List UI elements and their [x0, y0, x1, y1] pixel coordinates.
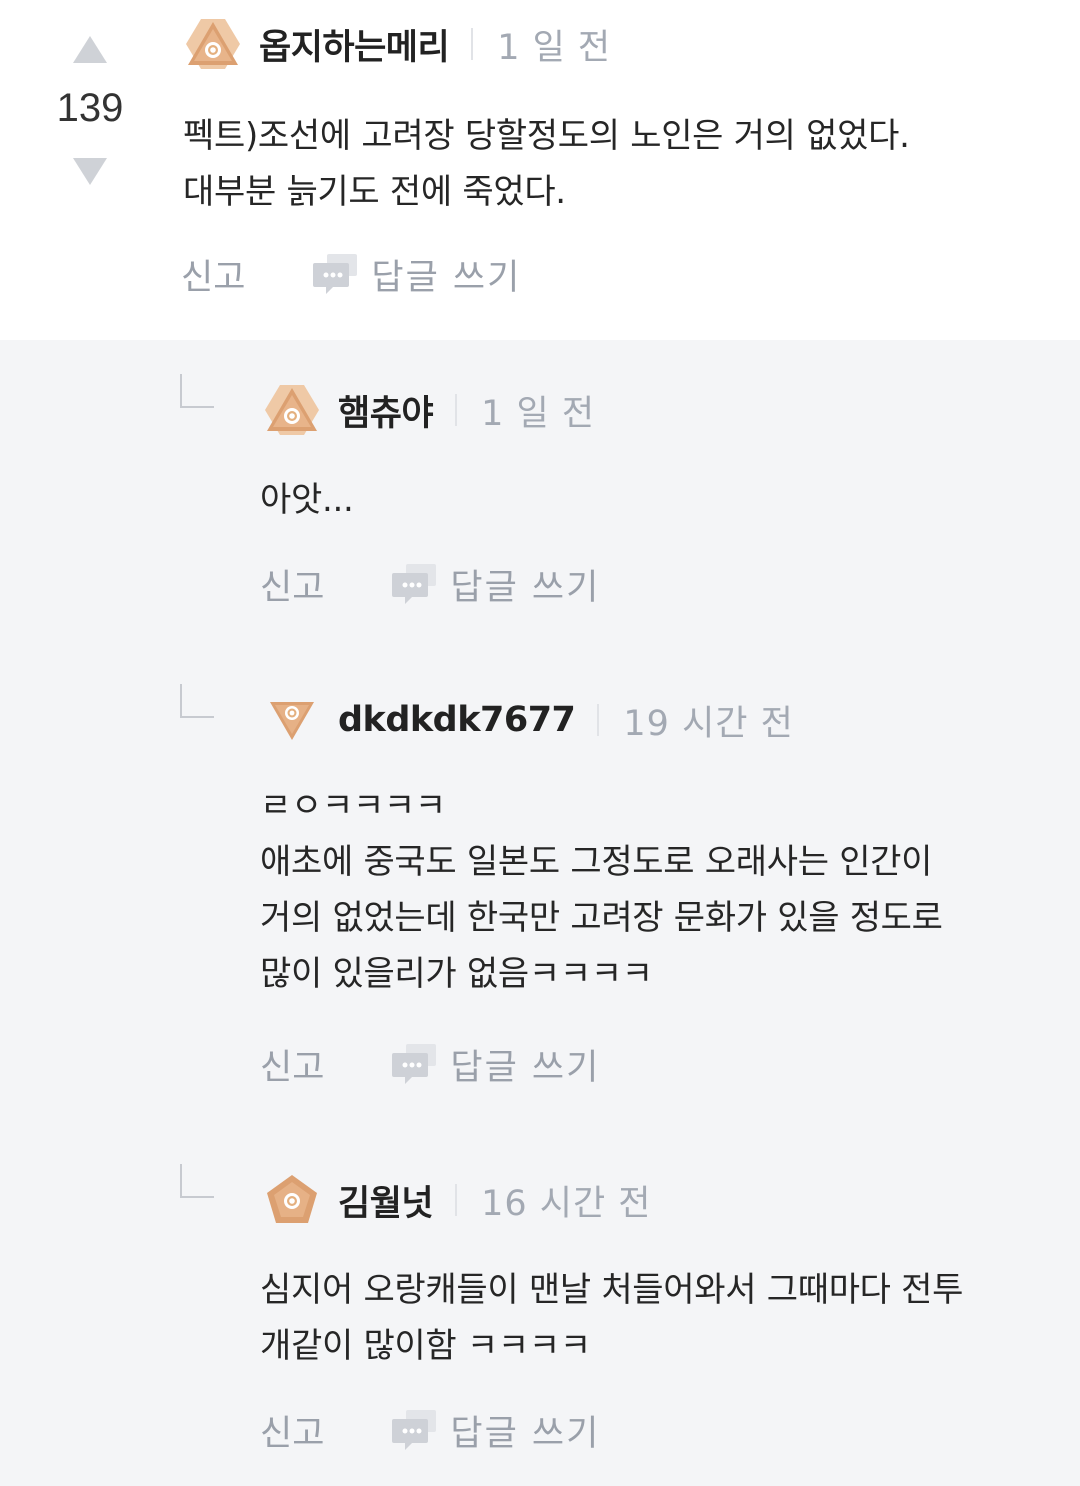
reply-time: 19 시간 전 — [623, 703, 794, 744]
reply-text-line: 심지어 오랑캐들이 맨날 처들어와서 그때마다 전투 — [260, 1270, 964, 1310]
reply-body: 심지어 오랑캐들이 맨날 처들어와서 그때마다 전투 개같이 많이함 ㅋㅋㅋㅋ — [260, 1262, 1060, 1374]
report-button[interactable]: 신고 — [260, 1039, 324, 1090]
vote-count: 139 — [56, 86, 124, 130]
reply-header: 김월넛 16 시간 전 — [262, 1170, 652, 1230]
reply-actions: 신고 답글 쓰기 — [260, 1036, 600, 1092]
reply-actions: 신고 답글 쓰기 — [260, 1402, 600, 1458]
speech-bubble-icon — [392, 1410, 437, 1450]
author-nickname[interactable]: dkdkdk7677 — [338, 700, 576, 740]
author-nickname[interactable]: 김월넛 — [338, 1175, 434, 1226]
header-divider — [455, 394, 458, 426]
write-reply-button[interactable]: 답글 쓰기 — [392, 559, 600, 610]
replies-section: 햄츄야 1 일 전 아앗... 신고 답글 쓰기 dkdkdk7677 19 시… — [0, 340, 1080, 1486]
write-reply-label: 답글 쓰기 — [371, 257, 522, 298]
write-reply-label: 답글 쓰기 — [450, 1047, 601, 1088]
reply-header: 햄츄야 1 일 전 — [262, 380, 595, 440]
main-comment: 139 옵지하는메리 1 일 전 펙트)조선에 고려장 당할정도의 노인은 거의… — [0, 0, 1080, 340]
write-reply-label: 답글 쓰기 — [450, 1413, 601, 1454]
reply-indent-line — [180, 1164, 214, 1198]
write-reply-label: 답글 쓰기 — [450, 567, 601, 608]
bronze-inverted-triangle-badge-icon — [262, 690, 322, 750]
comment-time: 1 일 전 — [497, 27, 612, 68]
header-divider — [455, 1184, 458, 1216]
comment-body: 펙트)조선에 고려장 당할정도의 노인은 거의 없었다. 대부분 늙기도 전에 … — [183, 108, 1063, 220]
reply-header: dkdkdk7677 19 시간 전 — [262, 690, 794, 750]
reply-text-line: 개같이 많이함 ㅋㅋㅋㅋ — [260, 1326, 591, 1366]
speech-bubble-icon — [313, 254, 358, 294]
write-reply-button[interactable]: 답글 쓰기 — [313, 249, 521, 300]
reply-actions: 신고 답글 쓰기 — [260, 556, 600, 612]
report-button[interactable]: 신고 — [260, 1405, 324, 1456]
comment-text-line: 대부분 늙기도 전에 죽었다. — [183, 172, 566, 212]
bronze-triangle-badge-icon — [183, 14, 243, 74]
header-divider — [471, 28, 474, 60]
reply-indent-line — [180, 684, 214, 718]
reply-time: 16 시간 전 — [481, 1183, 652, 1224]
reply-body: ㄹㅇㅋㅋㅋㅋ 애초에 중국도 일본도 그정도로 오래사는 인간이 거의 없었는데… — [260, 778, 1060, 1002]
author-nickname[interactable]: 옵지하는메리 — [259, 19, 450, 70]
write-reply-button[interactable]: 답글 쓰기 — [392, 1405, 600, 1456]
downvote-arrow-icon[interactable] — [73, 158, 107, 185]
reply-indent-line — [180, 374, 214, 408]
reply-text-line: 아앗... — [260, 480, 354, 520]
report-button[interactable]: 신고 — [260, 559, 324, 610]
bronze-triangle-badge-icon — [262, 380, 322, 440]
bronze-pentagon-badge-icon — [262, 1170, 322, 1230]
reply-time: 1 일 전 — [481, 393, 596, 434]
header-divider — [597, 704, 600, 736]
comment-header: 옵지하는메리 1 일 전 — [183, 14, 611, 74]
speech-bubble-icon — [392, 1044, 437, 1084]
author-nickname[interactable]: 햄츄야 — [338, 385, 434, 436]
reply-text-line: ㄹㅇㅋㅋㅋㅋ — [260, 786, 446, 826]
speech-bubble-icon — [392, 564, 437, 604]
comment-actions: 신고 답글 쓰기 — [181, 246, 521, 302]
reply-text-line: 거의 없었는데 한국만 고려장 문화가 있을 정도로 — [260, 898, 943, 938]
report-button[interactable]: 신고 — [181, 249, 245, 300]
reply-text-line: 애초에 중국도 일본도 그정도로 오래사는 인간이 — [260, 842, 933, 882]
reply-text-line: 많이 있을리가 없음ㅋㅋㅋㅋ — [260, 954, 653, 994]
upvote-arrow-icon[interactable] — [73, 36, 107, 63]
comment-text-line: 펙트)조선에 고려장 당할정도의 노인은 거의 없었다. — [183, 116, 910, 156]
reply-body: 아앗... — [260, 472, 1060, 528]
write-reply-button[interactable]: 답글 쓰기 — [392, 1039, 600, 1090]
